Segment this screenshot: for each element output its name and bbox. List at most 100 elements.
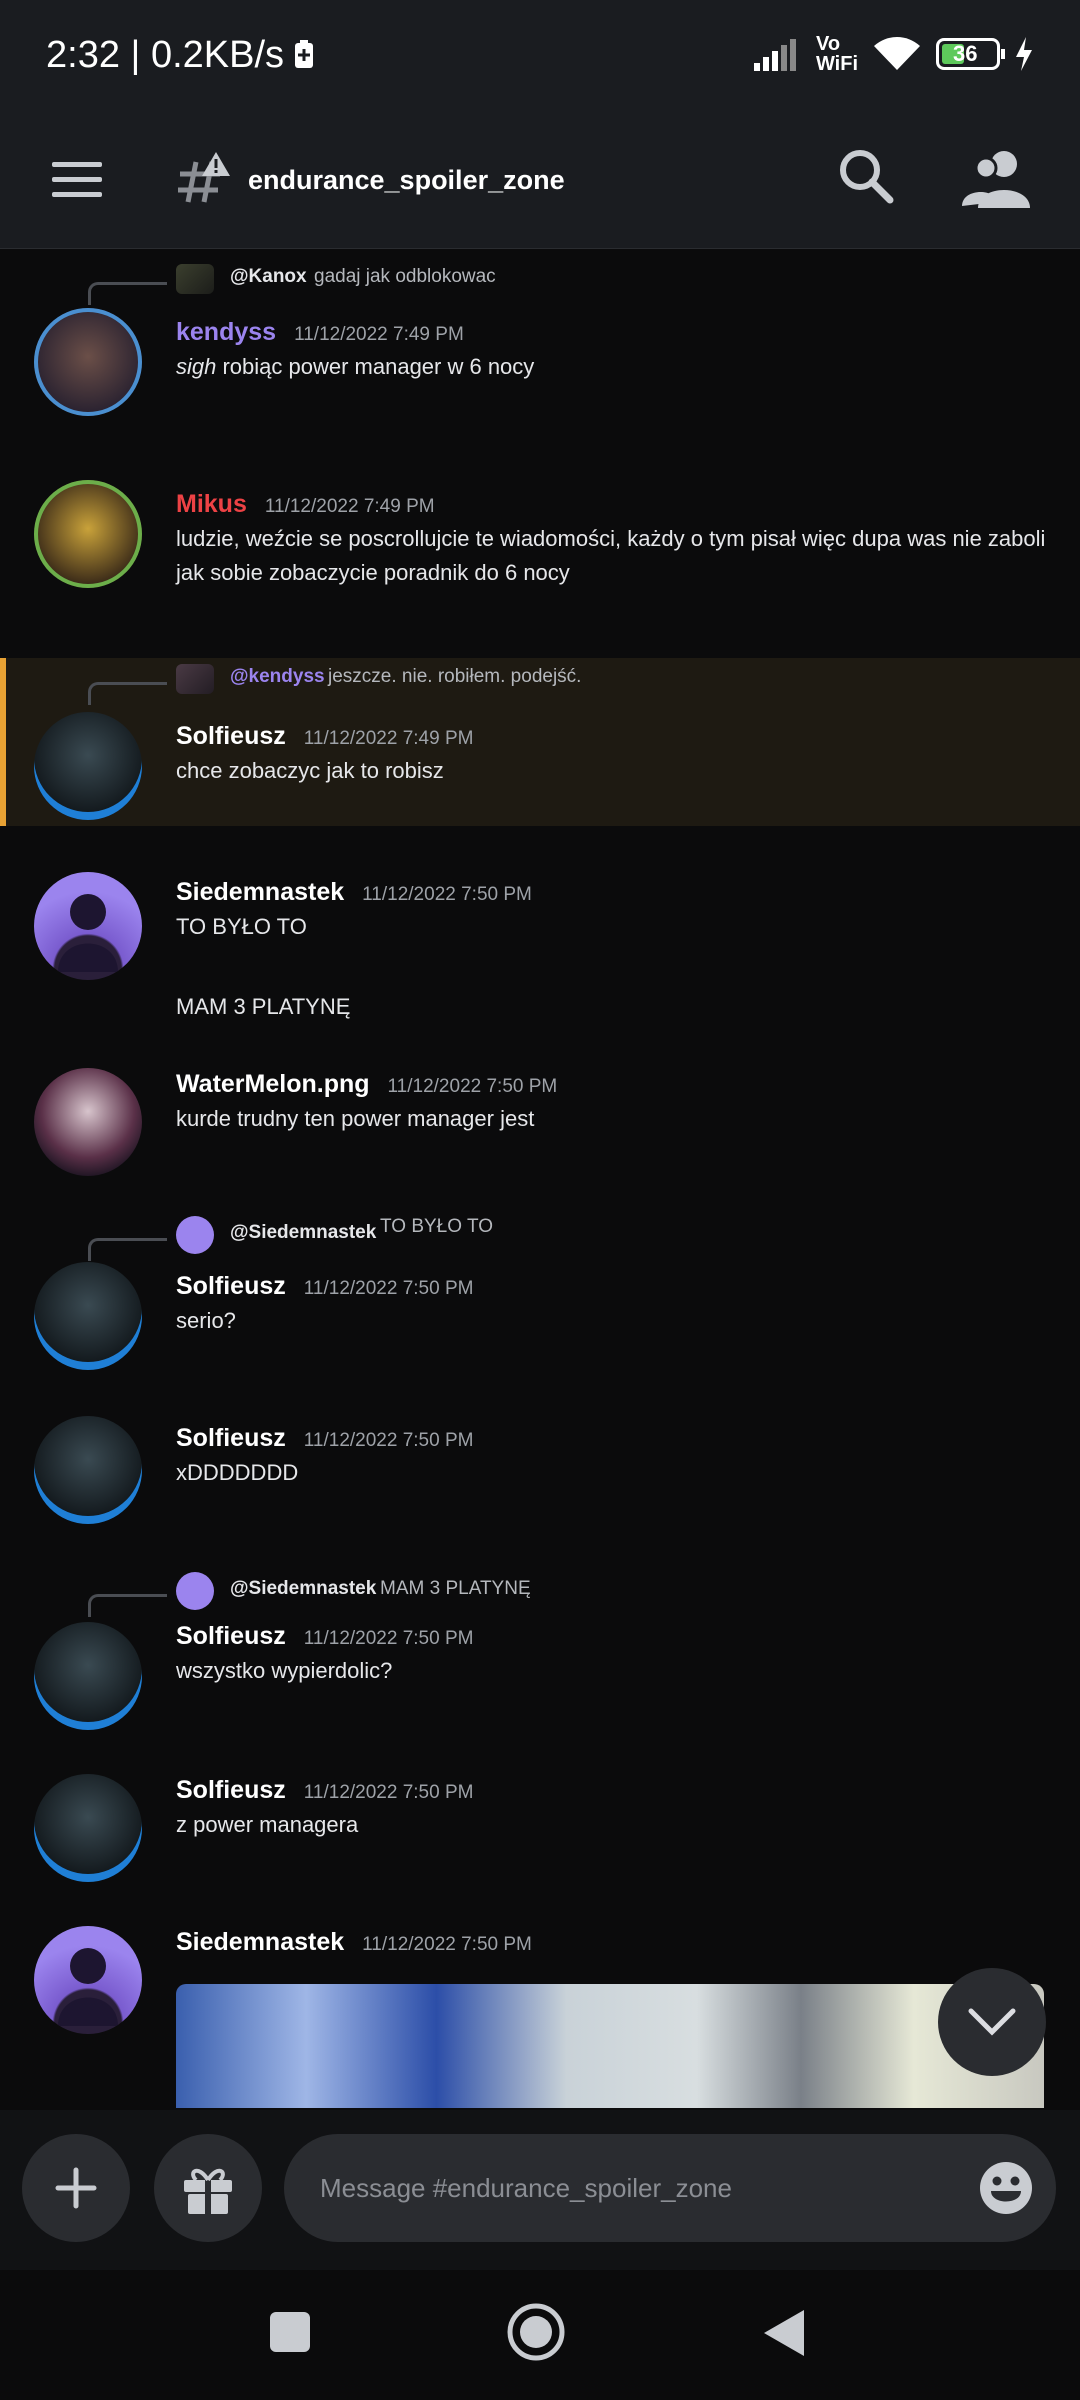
author-name: kendyss [176, 318, 277, 346]
plus-icon [55, 2167, 97, 2209]
message[interactable]: @Siedemnastek TO BYŁO TO Solfieusz 11/12/… [0, 1214, 1080, 1394]
avatar[interactable] [34, 1622, 142, 1730]
status-bar: 2:32 | 0.2KB/s Vo WiFi 36 [0, 0, 1080, 116]
status-icons: Vo WiFi 36 [752, 34, 1034, 74]
message-author[interactable]: WaterMelon.png 11/12/2022 7:50 PM [176, 1070, 557, 1099]
avatar[interactable] [34, 1262, 142, 1370]
message[interactable]: @Kanox gadaj jak odblokowac kendyss 11/12… [0, 248, 1080, 424]
reply-snippet: gadaj jak odblokowac [314, 266, 496, 287]
reply-preview[interactable]: @Siedemnastek MAM 3 PLATYNĘ [88, 1572, 988, 1617]
reply-avatar [176, 664, 214, 694]
reply-connector [88, 1238, 167, 1261]
avatar[interactable] [34, 712, 142, 820]
menu-icon[interactable] [50, 152, 106, 208]
reply-avatar [176, 1216, 214, 1254]
reply-author: @Siedemnastek [230, 1222, 377, 1243]
timestamp: 11/12/2022 7:49 PM [303, 728, 474, 749]
message-highlighted[interactable]: @kendyss jeszcze. nie. robiłem. podejść.… [0, 658, 1080, 826]
author-name: Solfieusz [176, 1424, 286, 1452]
reply-snippet: jeszcze. nie. robiłem. podejść. [328, 666, 582, 687]
author-name: Solfieusz [176, 722, 286, 750]
reply-author: @kendyss [230, 666, 325, 687]
timestamp: 11/12/2022 7:50 PM [303, 1628, 474, 1649]
author-name: WaterMelon.png [176, 1070, 370, 1098]
message-author[interactable]: Solfieusz 11/12/2022 7:50 PM [176, 1272, 473, 1301]
reply-connector [88, 682, 167, 705]
recents-icon[interactable] [268, 2310, 312, 2354]
timestamp: 11/12/2022 7:50 PM [303, 1782, 474, 1803]
silhouette-icon [58, 1948, 118, 2026]
message-author[interactable]: Mikus 11/12/2022 7:49 PM [176, 490, 435, 519]
reply-connector [88, 1594, 167, 1617]
message-author[interactable]: Siedemnastek 11/12/2022 7:50 PM [176, 1928, 532, 1957]
nsfw-channel-icon [178, 152, 230, 203]
emoji-icon[interactable] [978, 2160, 1034, 2216]
avatar[interactable] [34, 1068, 142, 1176]
reply-snippet: MAM 3 PLATYNĘ [380, 1578, 531, 1599]
message-text: ludzie, weźcie se poscrollujcie te wiado… [176, 526, 1046, 585]
channel-header: endurance_spoiler_zone [0, 116, 1080, 249]
message-text: MAM 3 PLATYNĘ [176, 994, 351, 1019]
message-input[interactable]: Message #endurance_spoiler_zone [284, 2134, 1056, 2242]
message-text: chce zobaczyc jak to robisz [176, 758, 444, 783]
timestamp: 11/12/2022 7:49 PM [294, 324, 464, 345]
message[interactable]: WaterMelon.png 11/12/2022 7:50 PM kurde t… [0, 1062, 1080, 1192]
jump-to-bottom-button[interactable] [938, 1968, 1046, 2076]
members-icon[interactable] [962, 146, 1030, 210]
silhouette-icon [58, 894, 118, 972]
message-author[interactable]: Solfieusz 11/12/2022 7:50 PM [176, 1622, 473, 1651]
channel-title[interactable]: endurance_spoiler_zone [248, 152, 565, 208]
message-author[interactable]: Solfieusz 11/12/2022 7:50 PM [176, 1776, 473, 1805]
message[interactable]: Solfieusz 11/12/2022 7:50 PM z power mana… [0, 1774, 1080, 1904]
author-name: Solfieusz [176, 1622, 286, 1650]
reply-author: @Kanox [230, 266, 307, 287]
message-text: TO BYŁO TO [176, 914, 307, 939]
wifi-icon [874, 37, 920, 70]
add-attachment-button[interactable] [22, 2134, 130, 2242]
avatar[interactable] [34, 480, 142, 588]
gift-button[interactable] [154, 2134, 262, 2242]
timestamp: 11/12/2022 7:49 PM [264, 496, 435, 517]
battery-level: 36 [953, 41, 978, 66]
charging-icon [1016, 37, 1032, 71]
emphasis-text: sigh [176, 354, 217, 379]
message-author[interactable]: kendyss 11/12/2022 7:49 PM [176, 318, 464, 347]
author-name: Siedemnastek [176, 878, 345, 906]
message[interactable]: Siedemnastek 11/12/2022 7:50 PM TO BYŁO T… [0, 872, 1080, 1032]
message-author[interactable]: Solfieusz 11/12/2022 7:49 PM [176, 722, 473, 751]
status-time: 2:32 | 0.2KB/s [46, 34, 285, 76]
avatar[interactable] [34, 872, 142, 980]
home-icon[interactable] [506, 2302, 566, 2362]
reply-author: @Siedemnastek [230, 1578, 377, 1599]
message[interactable]: Solfieusz 11/12/2022 7:50 PM xDDDDDDD [0, 1416, 1080, 1546]
avatar[interactable] [34, 1926, 142, 2034]
message[interactable]: Siedemnastek 11/12/2022 7:50 PM [0, 1926, 1080, 2110]
message-text: wszystko wypierdolic? [176, 1658, 393, 1683]
author-name: Mikus [176, 490, 247, 518]
message-list[interactable]: @Kanox gadaj jak odblokowac kendyss 11/12… [0, 248, 1080, 2110]
message-composer: Message #endurance_spoiler_zone [0, 2110, 1080, 2270]
timestamp: 11/12/2022 7:50 PM [362, 1934, 532, 1955]
back-icon[interactable] [760, 2308, 806, 2358]
message-author[interactable]: Solfieusz 11/12/2022 7:50 PM [176, 1424, 473, 1453]
message-text: xDDDDDDD [176, 1460, 299, 1485]
avatar[interactable] [34, 1416, 142, 1524]
image-attachment[interactable] [176, 1984, 1044, 2108]
search-icon[interactable] [836, 146, 896, 206]
reply-avatar [176, 1572, 214, 1610]
message-text: z power managera [176, 1812, 359, 1837]
avatar[interactable] [34, 1774, 142, 1882]
reply-snippet: TO BYŁO TO [380, 1216, 493, 1237]
avatar[interactable] [34, 308, 142, 416]
message-author[interactable]: Siedemnastek 11/12/2022 7:50 PM [176, 878, 532, 907]
reply-preview[interactable]: @kendyss jeszcze. nie. robiłem. podejść. [88, 660, 988, 705]
reply-connector [88, 282, 167, 305]
timestamp: 11/12/2022 7:50 PM [387, 1076, 558, 1097]
reply-preview[interactable]: @Siedemnastek TO BYŁO TO [88, 1216, 988, 1261]
battery-saver-icon [295, 40, 313, 68]
reply-avatar [176, 264, 214, 294]
system-nav-bar [0, 2270, 1080, 2400]
reply-preview[interactable]: @Kanox gadaj jak odblokowac [88, 260, 988, 305]
message[interactable]: Mikus 11/12/2022 7:49 PM ludzie, weźcie s… [0, 480, 1080, 660]
message[interactable]: @Siedemnastek MAM 3 PLATYNĘ Solfieusz 11/… [0, 1570, 1080, 1750]
